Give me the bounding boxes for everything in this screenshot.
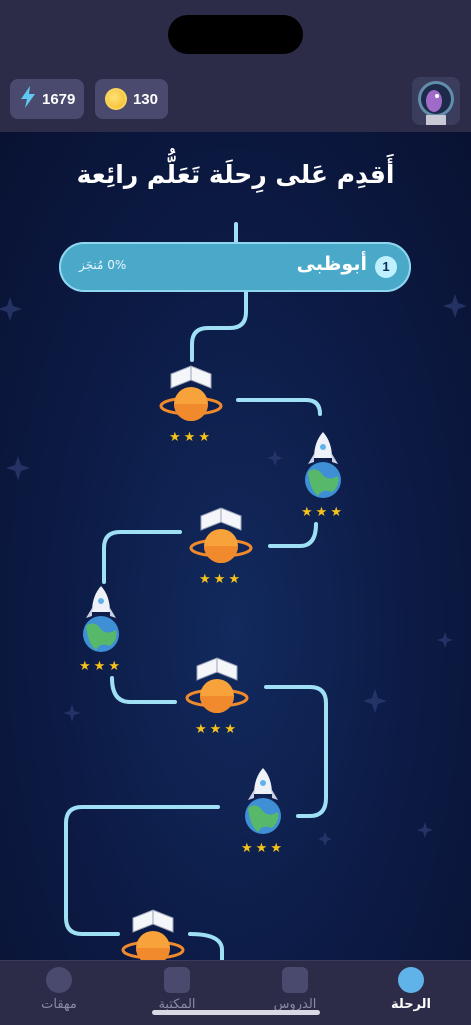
tab-label: مهقات [41, 997, 77, 1012]
node-stars: ★★★ [241, 841, 285, 856]
home-indicator [152, 1010, 320, 1015]
node-stars: ★★★ [301, 505, 345, 520]
planet-book-icon [185, 657, 249, 713]
coin-icon [105, 88, 127, 110]
lesson-node-1[interactable]: ★★★ [156, 360, 226, 450]
lesson-node-4[interactable]: ★★★ [66, 584, 136, 674]
unit-title: أبوظبى [296, 253, 367, 275]
unit-progress: 0% مُنجَز [79, 258, 127, 272]
rocket-earth-icon [83, 586, 119, 652]
unit-header[interactable]: 1 أبوظبى 0% مُنجَز [59, 242, 411, 292]
rocket-earth-icon [245, 768, 281, 834]
unit-number-badge: 1 [375, 256, 397, 278]
top-bar: 1679 130 [0, 0, 471, 132]
planet-book-icon [159, 365, 223, 421]
dynamic-island [168, 15, 303, 54]
coin-counter[interactable]: 130 [95, 79, 168, 119]
tab-lessons[interactable]: الدروس [250, 967, 340, 1012]
tab-label: الرحلة [391, 997, 431, 1012]
avatar[interactable] [412, 77, 460, 125]
planet-book-icon [189, 507, 253, 563]
missions-icon [46, 967, 72, 993]
lesson-node-3[interactable]: ★★★ [186, 502, 256, 592]
energy-counter[interactable]: 1679 [10, 79, 84, 119]
tab-missions[interactable]: مهقات [14, 967, 104, 1012]
node-stars: ★★★ [79, 659, 123, 674]
coin-value: 130 [132, 90, 158, 108]
lesson-node-7[interactable] [118, 904, 188, 960]
bottom-tab-bar: الرحلة الدروس المكتبة مهقات [0, 960, 471, 1025]
library-icon [164, 967, 190, 993]
tab-journey[interactable]: الرحلة [366, 967, 456, 1012]
lightning-icon [20, 86, 36, 112]
energy-value: 1679 [42, 90, 76, 108]
journey-map: أَقدِم عَلى رِحلَة تَعَلُّم رائِعة 1 أبو… [0, 132, 471, 960]
planet-book-icon [121, 909, 185, 960]
lesson-node-2[interactable]: ★★★ [288, 430, 358, 520]
tab-library[interactable]: المكتبة [132, 967, 222, 1012]
rocket-earth-icon [305, 432, 341, 498]
lessons-icon [282, 967, 308, 993]
journey-icon [398, 967, 424, 993]
lesson-node-5[interactable]: ★★★ [182, 652, 252, 742]
node-stars: ★★★ [169, 430, 213, 445]
lesson-node-6[interactable]: ★★★ [228, 766, 298, 856]
node-stars: ★★★ [199, 572, 243, 587]
node-stars: ★★★ [195, 722, 239, 737]
